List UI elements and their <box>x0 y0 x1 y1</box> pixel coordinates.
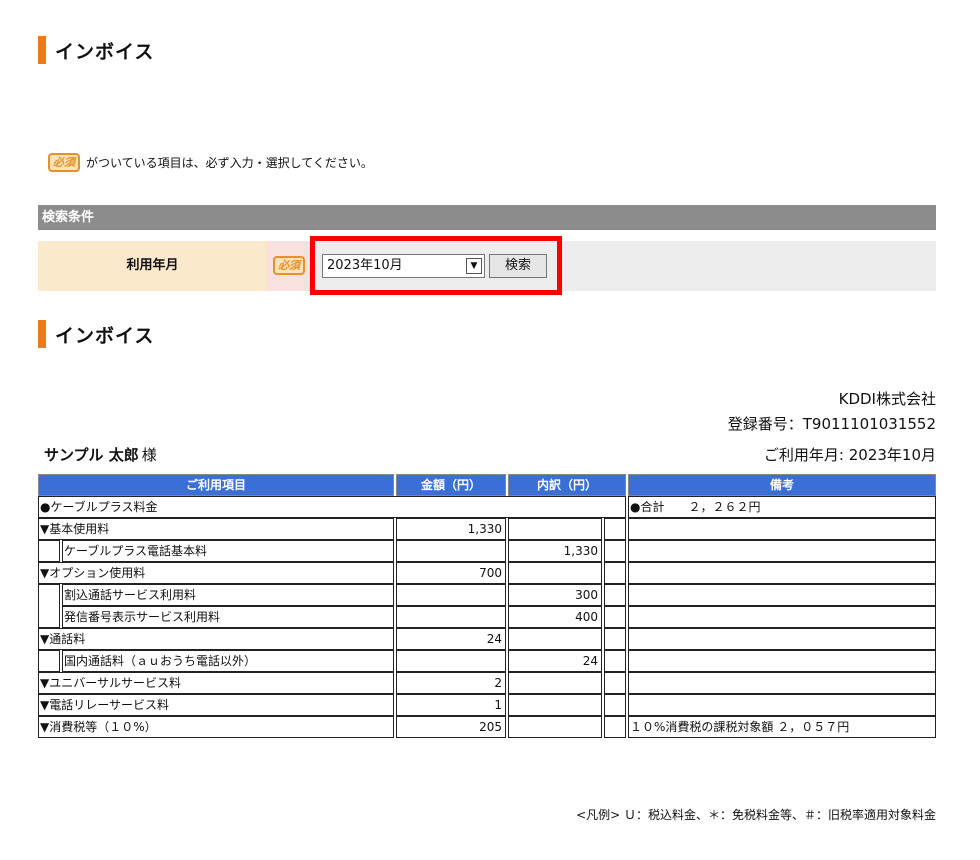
chevron-down-icon[interactable]: ▼ <box>466 258 482 274</box>
title-accent-bar <box>38 320 46 348</box>
table-row: ▼電話リレーサービス料 1 <box>38 694 936 716</box>
legend-note: <凡例> Ｕ：税込料金、＊：免税料金等、＃：旧税率適用対象料金 <box>576 808 936 822</box>
search-conditions-header: 検索条件 <box>38 205 936 230</box>
registration-number: 登録番号：T9011101031552 <box>727 415 936 433</box>
table-row: ▼通話料 24 <box>38 628 936 650</box>
column-header: ご利用項目 <box>38 474 394 496</box>
column-header: 備考 <box>628 474 936 496</box>
usage-month-value: 2023年10月 <box>327 258 403 273</box>
required-badge: 必須 <box>48 153 80 172</box>
table-row: 発信番号表示サービス利用料 400 <box>38 606 936 628</box>
table-header: ご利用項目 金額（円） 内訳（円） 備考 <box>38 474 936 496</box>
required-notice: 必須 がついている項目は、必ず入力・選択してください。 <box>48 153 373 172</box>
table-row: 国内通話料（ａｕおうち電話以外） 24 <box>38 650 936 672</box>
column-header: 内訳（円） <box>508 474 626 496</box>
table-row: ▼基本使用料 1,330 <box>38 518 936 540</box>
page-title: インボイス <box>38 36 154 64</box>
usage-month: ご利用年月: 2023年10月 <box>763 446 936 464</box>
title-accent-bar <box>38 36 46 64</box>
invoice-table: ご利用項目 金額（円） 内訳（円） 備考 ●ケーブルプラス料金 ●合計 ２，２６… <box>38 474 936 738</box>
table-row: ▼オプション使用料 700 <box>38 562 936 584</box>
table-row: ▼消費税等（１０%） 205 １０%消費税の課税対象額 ２，０５７円 <box>38 716 936 738</box>
column-header: 金額（円） <box>396 474 506 496</box>
table-row: ●ケーブルプラス料金 ●合計 ２，２６２円 <box>38 496 936 518</box>
company-name: KDDI株式会社 <box>838 390 936 408</box>
required-badge: 必須 <box>273 256 305 275</box>
usage-month-select[interactable]: 2023年10月 ▼ <box>322 254 485 278</box>
invoice-section-title: インボイス <box>38 320 154 348</box>
required-cell: 必須 <box>267 241 312 291</box>
required-notice-text: がついている項目は、必ず入力・選択してください。 <box>86 156 373 170</box>
table-row: 割込通話サービス利用料 300 <box>38 584 936 628</box>
customer-name: サンプル 太郎様 <box>44 446 157 464</box>
usage-month-label: 利用年月 <box>38 241 267 291</box>
table-row: ▼ユニバーサルサービス料 2 <box>38 672 936 694</box>
search-button[interactable]: 検索 <box>489 254 547 278</box>
table-row: ケーブルプラス電話基本料 1,330 <box>38 540 936 562</box>
